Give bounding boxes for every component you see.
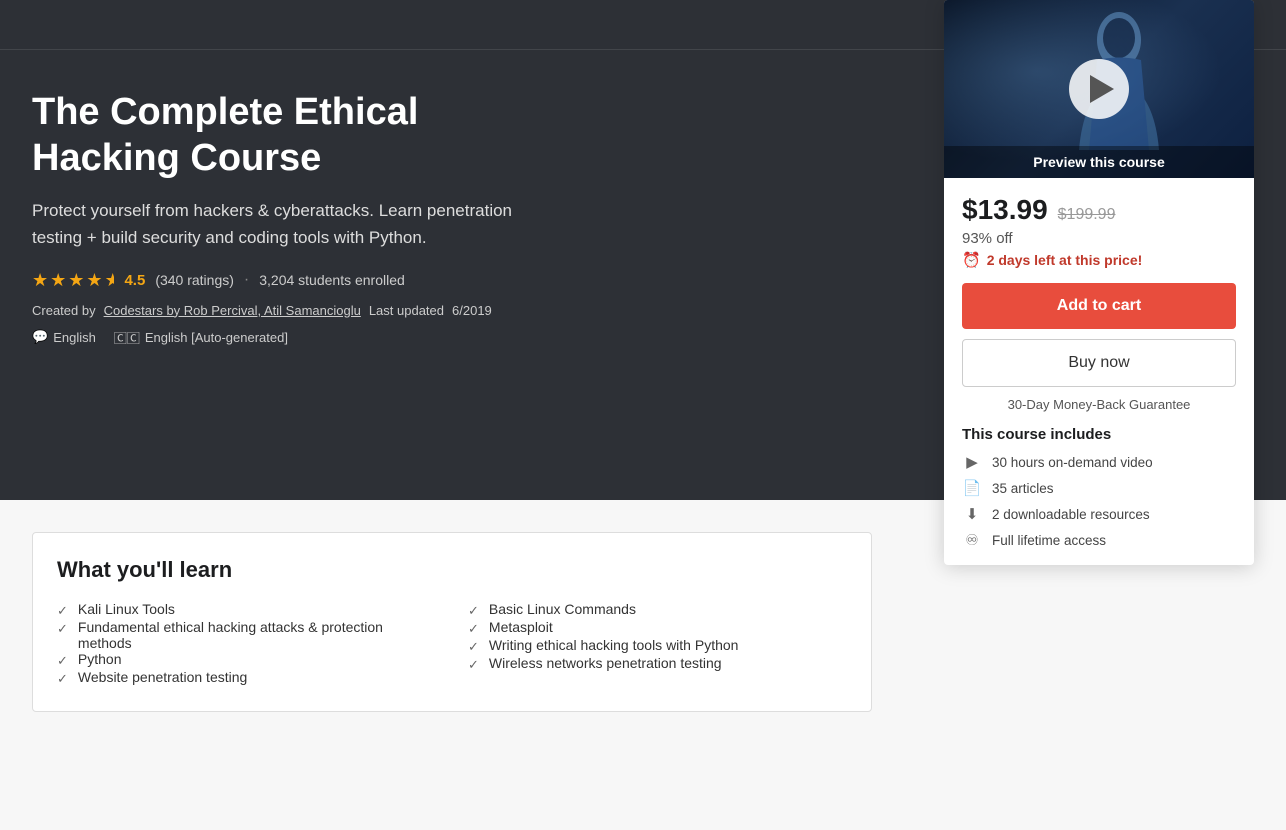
course-subtitle: Protect yourself from hackers & cyberatt…: [32, 197, 512, 251]
star-3: ★: [68, 270, 84, 291]
language-value: English: [53, 330, 96, 345]
includes-list: ▶ 30 hours on-demand video 📄 35 articles…: [962, 453, 1236, 549]
preview-label: Preview this course: [944, 146, 1254, 178]
learn-item-website-text: Website penetration testing: [78, 669, 247, 685]
lifetime-icon: ♾: [962, 531, 982, 549]
instructor-link[interactable]: Codestars by Rob Percival, Atil Samancio…: [104, 303, 361, 318]
star-4: ★: [86, 270, 102, 291]
learn-item-ethical: ✓ Fundamental ethical hacking attacks & …: [57, 619, 436, 651]
students-enrolled: 3,204 students enrolled: [259, 272, 405, 288]
add-to-cart-button[interactable]: Add to cart: [962, 283, 1236, 329]
includes-video: ▶ 30 hours on-demand video: [962, 453, 1236, 471]
hero-section: 🎁 Gift This Course ♡ Wishlist The Comple…: [0, 0, 1286, 500]
urgency-text: 2 days left at this price!: [987, 252, 1143, 268]
learn-item-tools: ✓ Writing ethical hacking tools with Pyt…: [468, 637, 847, 655]
learn-grid: ✓ Kali Linux Tools ✓ Fundamental ethical…: [57, 601, 847, 687]
includes-resources: ⬇ 2 downloadable resources: [962, 505, 1236, 523]
rating-value: 4.5: [124, 272, 145, 289]
rating-count: (340 ratings): [155, 272, 234, 288]
learn-item-python: ✓ Python: [57, 651, 436, 669]
language-cc-item: 🄲🄲 English [Auto-generated]: [114, 328, 288, 347]
cc-icon: 🄲🄲: [114, 328, 140, 347]
meta-row: Created by Codestars by Rob Percival, At…: [32, 303, 512, 318]
includes-articles-text: 35 articles: [992, 481, 1054, 496]
last-updated-value: 6/2019: [452, 303, 492, 318]
checkmark-icon-2: ✓: [57, 621, 68, 637]
play-button[interactable]: [1069, 59, 1129, 119]
star-rating: ★ ★ ★ ★ ★: [32, 270, 114, 291]
includes-video-text: 30 hours on-demand video: [992, 455, 1153, 470]
clock-icon: ⏰: [962, 251, 981, 269]
sidebar-card: Preview this course $13.99 $199.99 93% o…: [944, 0, 1254, 565]
urgency-notice: ⏰ 2 days left at this price!: [962, 251, 1236, 269]
last-updated-label: Last updated: [369, 303, 444, 318]
learn-item-wireless-text: Wireless networks penetration testing: [489, 655, 722, 671]
learn-item-python-text: Python: [78, 651, 122, 667]
learn-item-linux: ✓ Basic Linux Commands: [468, 601, 847, 619]
star-2: ★: [50, 270, 66, 291]
language-row: 💬 English 🄲🄲 English [Auto-generated]: [32, 328, 512, 347]
course-title: The Complete Ethical Hacking Course: [32, 90, 512, 181]
money-back-guarantee: 30-Day Money-Back Guarantee: [962, 397, 1236, 412]
star-half: ★: [105, 270, 115, 291]
discount-percent: 93% off: [962, 230, 1236, 247]
checkmark-icon-5: ✓: [468, 603, 479, 619]
separator: ·: [244, 271, 249, 289]
learn-item-linux-text: Basic Linux Commands: [489, 601, 636, 617]
learn-right-col: ✓ Basic Linux Commands ✓ Metasploit ✓ Wr…: [468, 601, 847, 687]
includes-lifetime-text: Full lifetime access: [992, 533, 1106, 548]
checkmark-icon-6: ✓: [468, 621, 479, 637]
includes-articles: 📄 35 articles: [962, 479, 1236, 497]
language-item: 💬 English: [32, 329, 96, 345]
article-icon: 📄: [962, 479, 982, 497]
rating-row: ★ ★ ★ ★ ★ 4.5 (340 ratings) · 3,204 stud…: [32, 270, 512, 291]
checkmark-icon-4: ✓: [57, 671, 68, 687]
created-by-label: Created by: [32, 303, 96, 318]
star-1: ★: [32, 270, 48, 291]
language-cc-value: English [Auto-generated]: [145, 330, 288, 345]
video-icon: ▶: [962, 453, 982, 471]
learn-item-website: ✓ Website penetration testing: [57, 669, 436, 687]
speech-bubble-icon: 💬: [32, 329, 48, 345]
price-row: $13.99 $199.99: [962, 194, 1236, 226]
price-original: $199.99: [1058, 206, 1116, 224]
play-triangle-icon: [1090, 75, 1114, 103]
learn-item-kali: ✓ Kali Linux Tools: [57, 601, 436, 619]
checkmark-icon-8: ✓: [468, 657, 479, 673]
card-body: $13.99 $199.99 93% off ⏰ 2 days left at …: [944, 178, 1254, 565]
buy-now-button[interactable]: Buy now: [962, 339, 1236, 387]
learn-item-wireless: ✓ Wireless networks penetration testing: [468, 655, 847, 673]
includes-title: This course includes: [962, 426, 1236, 443]
learn-item-metasploit: ✓ Metasploit: [468, 619, 847, 637]
learn-card: What you'll learn ✓ Kali Linux Tools ✓ F…: [32, 532, 872, 712]
learn-item-tools-text: Writing ethical hacking tools with Pytho…: [489, 637, 739, 653]
includes-lifetime: ♾ Full lifetime access: [962, 531, 1236, 549]
checkmark-icon-3: ✓: [57, 653, 68, 669]
hero-left: The Complete Ethical Hacking Course Prot…: [32, 90, 852, 347]
checkmark-icon-1: ✓: [57, 603, 68, 619]
learn-left-col: ✓ Kali Linux Tools ✓ Fundamental ethical…: [57, 601, 436, 687]
learn-title: What you'll learn: [57, 557, 847, 583]
hero-content: The Complete Ethical Hacking Course Prot…: [0, 50, 1286, 395]
learn-item-ethical-text: Fundamental ethical hacking attacks & pr…: [78, 619, 436, 651]
learn-item-metasploit-text: Metasploit: [489, 619, 553, 635]
checkmark-icon-7: ✓: [468, 639, 479, 655]
download-icon: ⬇: [962, 505, 982, 523]
includes-resources-text: 2 downloadable resources: [992, 507, 1150, 522]
price-current: $13.99: [962, 194, 1048, 226]
learn-item-kali-text: Kali Linux Tools: [78, 601, 175, 617]
course-preview[interactable]: Preview this course: [944, 0, 1254, 178]
